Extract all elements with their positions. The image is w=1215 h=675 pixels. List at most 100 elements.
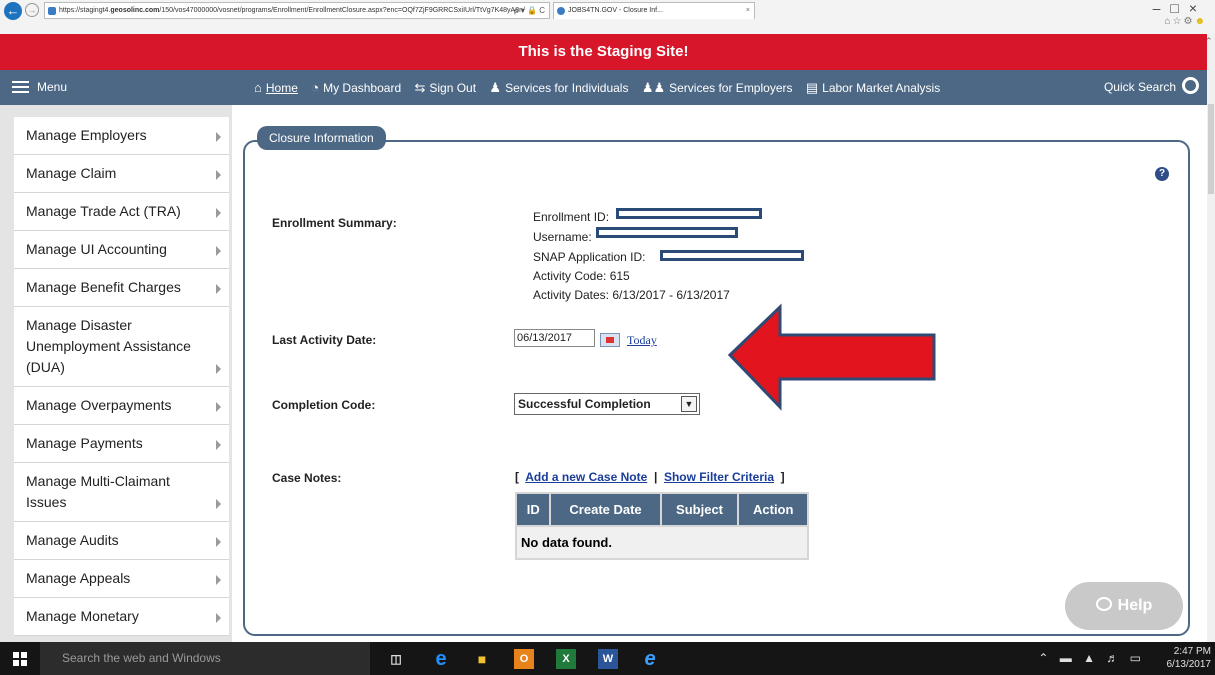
sign-out-icon: ⇆ bbox=[414, 80, 426, 95]
sidebar-item-label: Manage Multi-Claimant Issues bbox=[26, 473, 170, 510]
menu-label: Menu bbox=[37, 80, 68, 94]
bracket-close: ] bbox=[780, 470, 785, 484]
url-domain: geosolinc.com bbox=[110, 7, 160, 14]
scrollbar-thumb[interactable] bbox=[1208, 104, 1214, 194]
snap-id-line: SNAP Application ID: bbox=[533, 250, 646, 264]
help-button-label: Help bbox=[1117, 597, 1153, 614]
chevron-right-icon bbox=[216, 575, 221, 585]
back-arrow-icon[interactable]: ← bbox=[4, 2, 22, 20]
chevron-right-icon bbox=[216, 402, 221, 412]
calendar-icon[interactable] bbox=[600, 333, 620, 347]
file-explorer-icon[interactable]: ■ bbox=[472, 649, 492, 669]
sidebar-item-manage-trade-act[interactable]: Manage Trade Act (TRA) bbox=[14, 193, 229, 231]
chevron-right-icon bbox=[216, 246, 221, 256]
employers-icon: ♟♟ bbox=[641, 80, 666, 95]
activity-code-line: Activity Code: 615 bbox=[533, 269, 630, 283]
today-link[interactable]: Today bbox=[627, 333, 657, 348]
sidebar-item-manage-ui-accounting[interactable]: Manage UI Accounting bbox=[14, 231, 229, 269]
address-controls[interactable]: ρ ▾ 🔒 C bbox=[514, 3, 545, 18]
red-left-arrow-annotation bbox=[727, 303, 936, 411]
clock-date: 6/13/2017 bbox=[1166, 659, 1212, 670]
taskbar-search-box[interactable]: Search the web and Windows bbox=[40, 642, 370, 675]
username-line: Username: bbox=[533, 230, 592, 244]
redaction-box bbox=[596, 227, 738, 238]
nav-home[interactable]: ⌂ Home bbox=[254, 70, 298, 106]
sidebar-item-manage-payments[interactable]: Manage Payments bbox=[14, 425, 229, 463]
nav-links: ⌂ Home ◔ My Dashboard ⇆ Sign Out ♟ Services … bbox=[254, 70, 950, 105]
chevron-right-icon bbox=[216, 537, 221, 547]
browser-toolbar-icons[interactable]: ⌂☆⚙☻ bbox=[1164, 16, 1207, 27]
sidebar-item-label: Manage UI Accounting bbox=[26, 241, 167, 257]
table-row: No data found. bbox=[515, 525, 809, 560]
sidebar-item-manage-audits[interactable]: Manage Audits bbox=[14, 522, 229, 560]
window-controls[interactable]: –□× bbox=[1153, 0, 1207, 16]
chevron-right-icon bbox=[216, 132, 221, 142]
column-header-id[interactable]: ID bbox=[514, 492, 552, 527]
last-activity-label: Last Activity Date: bbox=[272, 333, 377, 347]
sidebar-item-manage-claim[interactable]: Manage Claim bbox=[14, 155, 229, 193]
sidebar-item-manage-appeals[interactable]: Manage Appeals bbox=[14, 560, 229, 598]
sidebar-item-manage-monetary[interactable]: Manage Monetary bbox=[14, 598, 229, 636]
windows-start-icon[interactable] bbox=[13, 652, 27, 666]
outlook-icon[interactable]: O bbox=[514, 649, 534, 669]
nav-sign-out[interactable]: ⇆ Sign Out bbox=[414, 70, 476, 106]
sidebar-item-label: Manage Audits bbox=[26, 532, 119, 548]
show-filter-criteria-link[interactable]: Show Filter Criteria bbox=[664, 470, 774, 484]
smiley-icon[interactable]: ☻ bbox=[1194, 16, 1207, 27]
page-scrollbar[interactable] bbox=[1207, 34, 1215, 642]
browser-tab[interactable]: JOBS4TN.GOV - Closure Inf... × bbox=[553, 2, 755, 19]
sidebar-item-manage-employers[interactable]: Manage Employers bbox=[14, 117, 229, 155]
add-case-note-link[interactable]: Add a new Case Note bbox=[525, 470, 647, 484]
staging-banner: This is the Staging Site! bbox=[0, 34, 1207, 70]
nav-services-individuals[interactable]: ♟ Services for Individuals bbox=[489, 70, 628, 106]
nav-sign-out-label: Sign Out bbox=[429, 81, 477, 95]
activity-dates-line: Activity Dates: 6/13/2017 - 6/13/2017 bbox=[533, 288, 730, 302]
nav-my-dashboard[interactable]: ◔ My Dashboard bbox=[311, 70, 401, 106]
bracket-open: [ bbox=[515, 470, 519, 484]
completion-code-select[interactable]: Successful Completion ▼ bbox=[514, 393, 700, 415]
column-header-subject[interactable]: Subject bbox=[659, 492, 740, 527]
redaction-box bbox=[616, 208, 762, 219]
system-tray-icons[interactable]: ⌃ ▬ ▲ ♬ ▭ bbox=[1038, 642, 1145, 675]
column-header-create-date[interactable]: Create Date bbox=[549, 492, 662, 527]
sidebar-item-label: Manage Benefit Charges bbox=[26, 279, 181, 295]
column-header-action[interactable]: Action bbox=[737, 492, 809, 527]
quick-search[interactable]: Quick Search bbox=[1104, 70, 1199, 105]
enrollment-summary-label: Enrollment Summary: bbox=[272, 216, 397, 230]
sidebar-item-manage-overpayments[interactable]: Manage Overpayments bbox=[14, 387, 229, 425]
nav-labor-market[interactable]: ▤ Labor Market Analysis bbox=[806, 70, 940, 106]
sidebar-item-label: Manage Overpayments bbox=[26, 397, 172, 413]
main-navbar: Menu ⌂ Home ◔ My Dashboard ⇆ Sign Out ♟ Serv… bbox=[0, 70, 1207, 105]
excel-icon[interactable]: X bbox=[556, 649, 576, 669]
last-activity-date-input[interactable]: 06/13/2017 bbox=[514, 329, 595, 347]
forward-arrow-icon[interactable]: → bbox=[25, 3, 39, 17]
internet-explorer-icon[interactable]: e bbox=[640, 649, 660, 669]
redaction-box bbox=[660, 250, 804, 261]
sidebar-item-manage-benefit-charges[interactable]: Manage Benefit Charges bbox=[14, 269, 229, 307]
sidebar-item-manage-multi-claimant[interactable]: Manage Multi-Claimant Issues bbox=[14, 463, 229, 522]
menu-button[interactable]: Menu bbox=[12, 70, 67, 105]
task-view-icon[interactable]: ◫ bbox=[386, 649, 406, 669]
word-icon[interactable]: W bbox=[598, 649, 618, 669]
tab-title: JOBS4TN.GOV - Closure Inf... bbox=[568, 7, 663, 14]
home-icon: ⌂ bbox=[254, 80, 262, 95]
address-bar[interactable]: https://stagingt4.geosolinc.com/150/vos4… bbox=[44, 2, 550, 19]
tab-close-icon[interactable]: × bbox=[746, 3, 750, 18]
taskbar-clock[interactable]: 2:47 PM 6/13/2017 bbox=[1151, 645, 1212, 671]
sidebar-item-label: Manage Trade Act (TRA) bbox=[26, 203, 181, 219]
table-header-row: ID Create Date Subject Action bbox=[514, 492, 809, 527]
help-question-icon[interactable]: ? bbox=[1155, 167, 1169, 181]
case-notes-table: ID Create Date Subject Action No data fo… bbox=[514, 492, 809, 560]
edge-browser-icon[interactable]: e bbox=[431, 649, 451, 669]
search-icon[interactable] bbox=[1182, 77, 1199, 95]
sidebar-item-label: Manage Payments bbox=[26, 435, 143, 451]
sidebar-item-manage-dua[interactable]: Manage Disaster Unemployment Assistance … bbox=[14, 307, 229, 387]
completion-code-label: Completion Code: bbox=[272, 398, 376, 412]
closure-legend: Closure Information bbox=[257, 126, 386, 150]
help-button[interactable]: Help bbox=[1065, 582, 1183, 630]
chevron-down-icon[interactable]: ▼ bbox=[681, 396, 697, 412]
sidebar-item-label: Manage Appeals bbox=[26, 570, 131, 586]
sidebar-item-label: Manage Monetary bbox=[26, 608, 139, 624]
case-note-links: [ Add a new Case Note | Show Filter Crit… bbox=[515, 470, 785, 484]
nav-services-employers[interactable]: ♟♟ Services for Employers bbox=[642, 70, 793, 106]
